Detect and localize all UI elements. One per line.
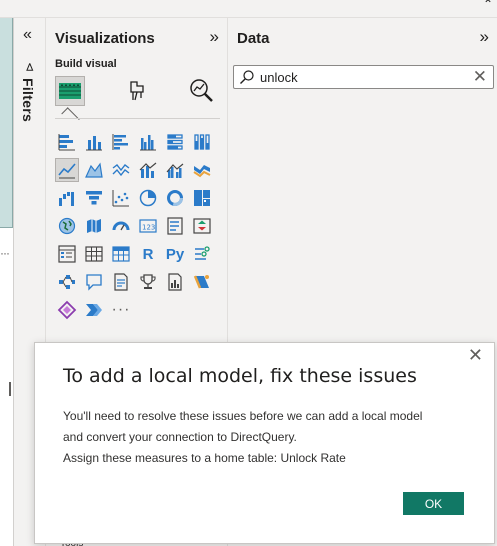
donut-chart-icon[interactable] [163, 186, 187, 210]
divider [55, 118, 220, 119]
dialog-line: and convert your connection to DirectQue… [63, 430, 297, 444]
data-title: Data [237, 30, 270, 47]
pie-chart-icon[interactable] [136, 186, 160, 210]
area-chart-icon[interactable] [82, 158, 106, 182]
close-icon[interactable]: ✕ [468, 345, 483, 366]
smart-narrative-icon[interactable] [109, 270, 133, 294]
line-and-stacked-column-icon[interactable] [136, 158, 160, 182]
build-visual-tab[interactable] [55, 76, 85, 106]
qa-visual-icon[interactable] [82, 270, 106, 294]
paginated-report-icon[interactable] [163, 270, 187, 294]
kpi-icon[interactable] [190, 214, 214, 238]
table-icon[interactable] [82, 242, 106, 266]
build-visual-label: Build visual [55, 58, 117, 70]
scatter-chart-icon[interactable] [109, 186, 133, 210]
multi-row-card-icon[interactable] [163, 214, 187, 238]
100-percent-bar-chart-icon[interactable] [163, 130, 187, 154]
table-build-icon [59, 83, 81, 99]
ribbon-chart-icon[interactable] [190, 158, 214, 182]
goals-trophy-icon[interactable] [136, 270, 160, 294]
issues-dialog: ✕ To add a local model, fix these issues… [34, 342, 495, 544]
key-influencers-icon[interactable] [190, 242, 214, 266]
card-icon[interactable]: 123 [136, 214, 160, 238]
build-mode-tabs [55, 74, 220, 116]
100-percent-column-chart-icon[interactable] [190, 130, 214, 154]
search-icon [240, 70, 254, 84]
dialog-line: You'll need to resolve these issues befo… [63, 409, 423, 423]
waterfall-chart-icon[interactable] [55, 186, 79, 210]
search-input[interactable]: unlock ✕ [233, 65, 494, 89]
line-chart-icon[interactable] [55, 158, 79, 182]
close-icon[interactable]: ✕ [473, 67, 487, 87]
r-script-visual-icon[interactable]: R [136, 242, 160, 266]
analytics-tab[interactable] [187, 76, 217, 106]
gauge-icon[interactable] [109, 214, 133, 238]
more-visuals-icon[interactable]: ··· [109, 298, 133, 322]
dialog-title: To add a local model, fix these issues [63, 365, 417, 387]
analytics-magnifier-icon [190, 79, 213, 102]
expand-icon[interactable]: » [480, 27, 489, 47]
canvas-visual[interactable] [0, 18, 13, 228]
visual-type-gallery: 123 R Py ··· [55, 130, 225, 326]
clustered-column-chart-icon[interactable] [136, 130, 160, 154]
python-visual-icon[interactable]: Py [163, 242, 187, 266]
power-apps-icon[interactable] [55, 298, 79, 322]
chevron-up-icon[interactable]: ⌃ [483, 0, 493, 11]
line-and-clustered-column-icon[interactable] [163, 158, 187, 182]
dialog-body: You'll need to resolve these issues befo… [63, 406, 483, 469]
decomposition-tree-icon[interactable] [55, 270, 79, 294]
paintbrush-icon [130, 81, 144, 101]
expand-icon[interactable]: » [210, 27, 219, 47]
py-label: Py [165, 245, 185, 263]
collapse-icon[interactable]: « [23, 27, 32, 43]
dialog-line: Assign these measures to a home table: U… [63, 451, 346, 465]
stacked-area-chart-icon[interactable] [109, 158, 133, 182]
filters-label[interactable]: Filters [20, 78, 36, 122]
matrix-icon[interactable] [109, 242, 133, 266]
map-icon[interactable] [55, 214, 79, 238]
svg-text:123: 123 [142, 224, 155, 232]
top-strip: ⌃ [0, 0, 497, 18]
more-visuals-label: ··· [111, 301, 131, 318]
clustered-bar-chart-icon[interactable] [109, 130, 133, 154]
filled-map-icon[interactable] [82, 214, 106, 238]
slicer-icon[interactable] [55, 242, 79, 266]
more-options-icon[interactable]: ··· [0, 246, 10, 260]
treemap-icon[interactable] [190, 186, 214, 210]
r-label: R [142, 245, 154, 263]
powerbi-window: ⌃ ··· « ⊲ Filters Visualizations » Build… [0, 0, 497, 546]
filter-icon: ⊲ [23, 61, 38, 73]
power-automate-flow-icon[interactable] [82, 298, 106, 322]
power-automate-icon[interactable] [190, 270, 214, 294]
resize-handle[interactable] [9, 382, 11, 396]
funnel-chart-icon[interactable] [82, 186, 106, 210]
visualizations-title: Visualizations [55, 30, 155, 47]
format-visual-tab[interactable] [123, 76, 153, 106]
ok-button[interactable]: OK [403, 492, 464, 515]
stacked-column-chart-icon[interactable] [82, 130, 106, 154]
stacked-bar-chart-icon[interactable] [55, 130, 79, 154]
search-value[interactable]: unlock [260, 70, 298, 85]
